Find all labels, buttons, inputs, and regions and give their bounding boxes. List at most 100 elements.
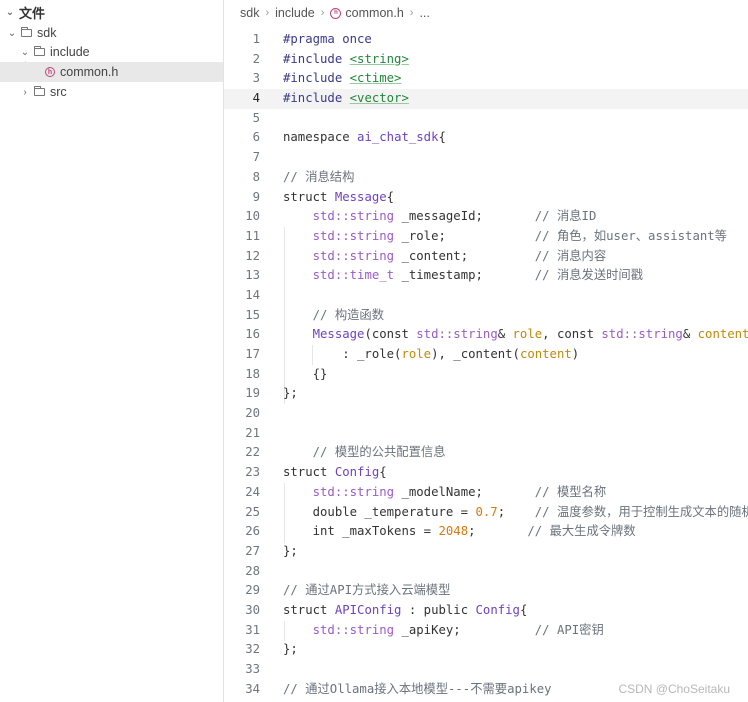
watermark: CSDN @ChoSeitaku [618,682,730,696]
line-text: }; [283,642,298,657]
code-line[interactable]: 33 [224,660,748,680]
line-number: 16 [245,327,260,342]
code-line[interactable]: 26 int _maxTokens = 2048; // 最大生成令牌数 [224,522,748,542]
breadcrumb-item-file[interactable]: common.h [345,6,403,20]
code-line[interactable]: 17 : _role(role), _content(content) [224,345,748,365]
breadcrumb: sdk › include › h common.h › ... [240,6,430,20]
code-line[interactable]: 15 // 构造函数 [224,306,748,326]
code-line[interactable]: 20 [224,404,748,424]
code-line[interactable]: 24 std::string _modelName; // 模型名称 [224,483,748,503]
code-line[interactable]: 28 [224,562,748,582]
folder-icon [21,27,32,37]
line-number: 3 [252,71,260,86]
line-number: 6 [252,130,260,145]
code-line[interactable]: 11 std::string _role; // 角色，如user、assist… [224,227,748,247]
chevron-down-icon[interactable]: ⌄ [4,7,16,18]
tree-item-label: sdk [37,26,57,40]
line-number: 8 [252,169,260,184]
code-line[interactable]: 25 double _temperature = 0.7; // 温度参数，用于… [224,503,748,523]
tree-item-label: src [50,85,67,99]
code-area[interactable]: 1 #pragma once 2 #include <string> 3 #inclu… [224,30,748,699]
code-line[interactable]: 29 // 通过API方式接入云端模型 [224,581,748,601]
line-number: 34 [245,681,260,696]
line-number: 13 [245,268,260,283]
code-line-active[interactable]: 4 #include <vector> [224,89,748,109]
line-number: 30 [245,602,260,617]
line-number: 23 [245,465,260,480]
tree-item-src[interactable]: › src [0,82,223,102]
code-line[interactable]: 30 struct APIConfig : public Config{ [224,601,748,621]
line-text: // 消息结构 [283,169,355,184]
line-text: double _temperature = 0.7; // 温度参数，用于控制生… [283,504,748,519]
code-line[interactable]: 12 std::string _content; // 消息内容 [224,247,748,267]
code-line[interactable]: 7 [224,148,748,168]
file-explorer: ⌄ 文件 ⌄ sdk ⌄ include h common.h › src [0,0,224,702]
code-line[interactable]: 32}; [224,640,748,660]
code-line[interactable]: 2 #include <string> [224,50,748,70]
code-line[interactable]: 5 [224,109,748,129]
breadcrumb-item-sdk[interactable]: sdk [240,6,259,20]
chevron-down-icon: ⌄ [20,46,30,58]
c-header-file-icon: h [330,7,342,19]
line-text: // 构造函数 [283,307,385,322]
tree-item-sdk[interactable]: ⌄ sdk [0,23,223,43]
code-line[interactable]: 19}; [224,384,748,404]
tree-item-common-h[interactable]: h common.h [0,62,223,82]
code-line[interactable]: 31 std::string _apiKey; // API密钥 [224,621,748,641]
breadcrumb-item-include[interactable]: include [275,6,315,20]
line-number: 19 [245,386,260,401]
c-header-file-icon: h [45,67,55,77]
line-number: 7 [252,150,260,165]
code-line[interactable]: 8 // 消息结构 [224,168,748,188]
line-text: // 模型的公共配置信息 [283,445,446,460]
line-text: std::string _role; // 角色，如user、assistant… [312,228,727,243]
line-text: struct Config{ [283,465,387,480]
line-number: 12 [245,248,260,263]
tree-item-label: common.h [60,65,119,79]
chevron-down-icon: ⌄ [7,27,17,39]
code-line[interactable]: 27}; [224,542,748,562]
code-editor[interactable]: sdk › include › h common.h › ... 1 #pragm… [224,0,748,702]
code-line[interactable]: 1 #pragma once [224,30,748,50]
code-line[interactable]: 23 struct Config{ [224,463,748,483]
line-number: 24 [245,484,260,499]
line-text: #include <string> [283,51,409,66]
line-text: std::string _modelName; // 模型名称 [312,484,607,499]
line-text: {} [283,366,328,381]
line-text: std::time_t _timestamp; // 消息发送时间戳 [312,268,644,283]
code-line[interactable]: 6 namespace ai_chat_sdk{ [224,128,748,148]
line-text: int _maxTokens = 2048; // 最大生成令牌数 [283,524,636,539]
line-number: 32 [245,642,260,657]
line-text: // 通过API方式接入云端模型 [283,583,451,598]
code-line[interactable]: 18 {} [224,365,748,385]
line-text: std::string _apiKey; // API密钥 [312,622,604,637]
line-number: 10 [245,209,260,224]
line-number: 1 [252,32,260,46]
line-text: struct APIConfig : public Config{ [283,602,528,617]
folder-icon [34,86,45,96]
line-number: 22 [245,445,260,460]
line-text: }; [283,386,298,401]
code-line[interactable]: 13 std::time_t _timestamp; // 消息发送时间戳 [224,266,748,286]
line-number: 29 [245,583,260,598]
line-number: 21 [245,425,260,440]
code-line[interactable]: 21 [224,424,748,444]
line-number: 27 [245,543,260,558]
line-number: 25 [245,504,260,519]
code-line[interactable]: 16 Message(const std::string& role, cons… [224,325,748,345]
tree-item-include[interactable]: ⌄ include [0,42,223,62]
breadcrumb-item-symbols[interactable]: ... [419,6,429,20]
chevron-right-icon: › [265,7,270,19]
line-number: 11 [245,228,260,243]
code-line[interactable]: 22 // 模型的公共配置信息 [224,443,748,463]
code-line[interactable]: 14 [224,286,748,306]
line-number: 33 [245,662,260,676]
line-number: 28 [245,563,260,578]
line-text: std::string _messageId; // 消息ID [312,209,597,224]
code-line[interactable]: 3 #include <ctime> [224,69,748,89]
line-text: #include <ctime> [283,71,402,86]
code-line[interactable]: 9 struct Message{ [224,188,748,208]
explorer-title: 文件 [19,5,46,21]
code-line[interactable]: 10 std::string _messageId; // 消息ID [224,207,748,227]
explorer-header[interactable]: ⌄ 文件 [4,3,45,21]
